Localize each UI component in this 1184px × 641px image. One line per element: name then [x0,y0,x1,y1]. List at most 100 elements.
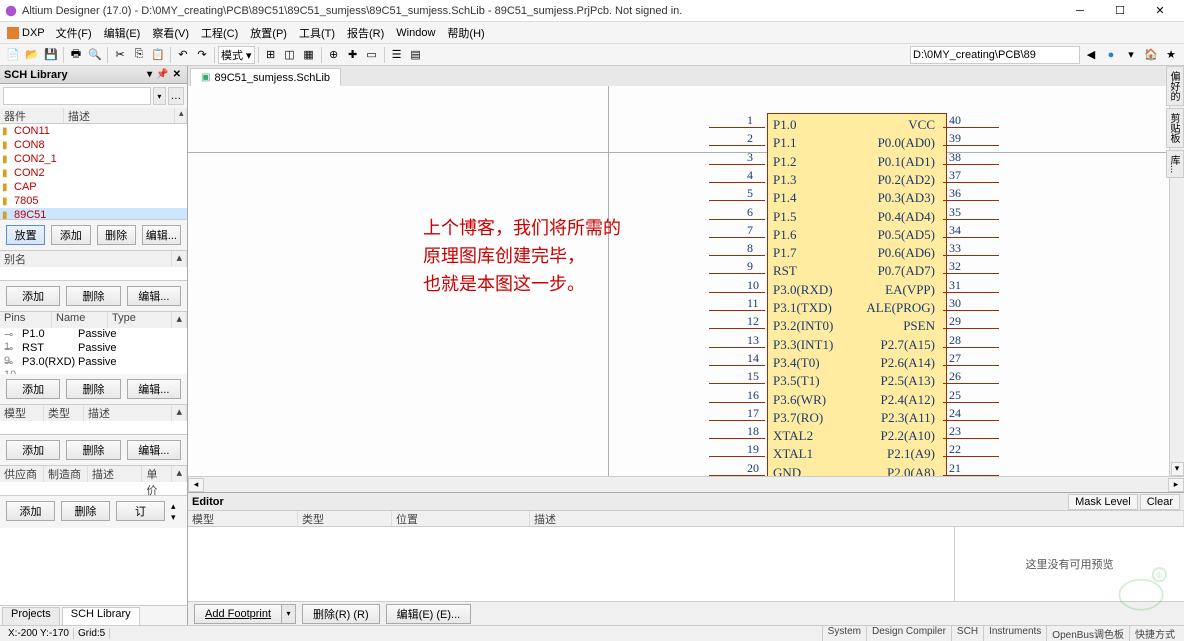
home-icon[interactable]: 🏠 [1142,46,1160,64]
add-footprint-button[interactable]: Add Footprint [194,604,282,624]
status-link[interactable]: OpenBus调色板 [1046,626,1129,641]
alias-delete-button[interactable]: 删除 [66,286,120,306]
horizontal-scrollbar[interactable]: ◂ ▸ [188,476,1184,492]
dxp-menu[interactable]: DXP [2,27,50,39]
fav-icon[interactable]: ★ [1162,46,1180,64]
maximize-button[interactable]: ☐ [1100,0,1140,22]
tool-h-icon[interactable]: ▤ [407,46,425,64]
model-add-button[interactable]: 添加 [6,440,60,460]
menu-item[interactable]: 工具(T) [293,25,341,41]
place-button[interactable]: 放置 [6,225,45,245]
editor-delete-button[interactable]: 删除(R) (R) [302,604,380,624]
new-icon[interactable]: 📄 [4,46,22,64]
supplier-list[interactable] [0,482,187,496]
schematic-canvas[interactable]: 上个博客，我们将所需的 原理图库创建完毕， 也就是本图这一步。 1P1.02P1… [188,86,1184,476]
undo-icon[interactable]: ↶ [174,46,192,64]
supplier-sub-button[interactable]: 订 [116,501,165,521]
pins-edit-button[interactable]: 编辑... [127,379,181,399]
pins-add-button[interactable]: 添加 [6,379,60,399]
panel-dropdown-icon[interactable]: ▾ [145,69,154,80]
status-link[interactable]: Design Compiler [866,626,951,641]
panel-pin-icon[interactable]: 📌 [154,69,170,80]
status-link[interactable]: SCH [951,626,983,641]
menu-item[interactable]: 察看(V) [146,25,195,41]
status-link[interactable]: 快捷方式 [1129,626,1180,641]
scroll-up-icon[interactable]: ▴ [175,108,187,123]
model-delete-button[interactable]: 删除 [66,440,120,460]
tab-sch-library[interactable]: SCH Library [62,607,140,625]
alias-header[interactable]: 别名 [0,251,172,267]
pins-list[interactable]: ⊸ 1P1.0Passive⊸ 9RSTPassive⊸ 10P3.0(RXD)… [0,328,187,374]
tool-e-icon[interactable]: ✚ [344,46,362,64]
tool-b-icon[interactable]: ◫ [281,46,299,64]
status-link[interactable]: Instruments [983,626,1046,641]
tool-f-icon[interactable]: ▭ [363,46,381,64]
alias-add-button[interactable]: 添加 [6,286,60,306]
close-button[interactable]: ✕ [1140,0,1180,22]
mask-level-button[interactable]: Mask Level [1068,494,1138,510]
open-icon[interactable]: 📂 [23,46,41,64]
stepper-icon[interactable]: ▴▾ [171,501,181,523]
zoom-icon[interactable]: 🔍 [86,46,104,64]
mode-combo[interactable]: 模式 ▾ [218,46,255,64]
panel-close-icon[interactable]: ✕ [171,69,183,80]
component-row[interactable]: ▮CON8 [0,138,187,152]
editor-edit-button[interactable]: 编辑(E) (E)... [386,604,472,624]
dock-tab[interactable]: 偏好的 [1166,66,1184,106]
alias-list[interactable] [0,267,187,281]
menu-item[interactable]: 工程(C) [195,25,244,41]
nav-up-icon[interactable]: ▾ [1122,46,1140,64]
menu-item[interactable]: 报告(R) [341,25,390,41]
filter-dropdown-icon[interactable]: ▾ [153,87,166,105]
add-footprint-dropdown-icon[interactable]: ▾ [282,604,296,624]
redo-icon[interactable]: ↷ [193,46,211,64]
scroll-left-icon[interactable]: ◂ [188,478,204,492]
model-edit-button[interactable]: 编辑... [127,440,181,460]
delete-button[interactable]: 删除 [97,225,136,245]
menu-item[interactable]: 帮助(H) [441,25,490,41]
dock-tab[interactable]: 库... [1166,150,1184,178]
menu-item[interactable]: 放置(P) [244,25,293,41]
scroll-down-icon[interactable]: ▾ [1171,462,1184,476]
tool-g-icon[interactable]: ☰ [388,46,406,64]
pin-row[interactable]: ⊸ 1P1.0Passive [0,328,187,342]
save-icon[interactable]: 💾 [42,46,60,64]
tool-a-icon[interactable]: ⊞ [262,46,280,64]
component-row[interactable]: ▮CON2 [0,166,187,180]
path-combo[interactable] [910,46,1080,64]
scroll-right-icon[interactable]: ▸ [1168,478,1184,492]
menu-item[interactable]: 文件(F) [50,25,98,41]
component-row[interactable]: ▮CON2_1 [0,152,187,166]
document-tab[interactable]: ▣ 89C51_sumjess.SchLib [190,68,341,86]
component-row[interactable]: ▮CAP [0,180,187,194]
minimize-button[interactable]: ─ [1060,0,1100,22]
filter-input[interactable] [3,87,151,105]
clear-button[interactable]: Clear [1140,494,1180,510]
cut-icon[interactable]: ✂ [111,46,129,64]
supplier-delete-button[interactable]: 删除 [61,501,110,521]
nav-fwd-icon[interactable]: ● [1102,46,1120,64]
model-list[interactable] [0,421,187,435]
editor-grid[interactable] [188,527,954,601]
tool-d-icon[interactable]: ⊕ [325,46,343,64]
filter-browse-button[interactable]: … [168,87,184,105]
edit-button[interactable]: 编辑... [142,225,181,245]
paste-icon[interactable]: 📋 [149,46,167,64]
menu-item[interactable]: 编辑(E) [98,25,147,41]
menu-item[interactable]: Window [390,27,441,39]
component-row[interactable]: ▮89C51 [0,208,187,220]
alias-edit-button[interactable]: 编辑... [127,286,181,306]
pin-row[interactable]: ⊸ 9RSTPassive [0,342,187,356]
pin-row[interactable]: ⊸ 10P3.0(RXD)Passive [0,356,187,370]
component-list[interactable]: ▮CON11▮CON8▮CON2_1▮CON2▮CAP▮7805▮89C51 [0,124,187,220]
copy-icon[interactable]: ⎘ [130,46,148,64]
nav-back-icon[interactable]: ◀ [1082,46,1100,64]
status-link[interactable]: System [822,626,866,641]
supplier-add-button[interactable]: 添加 [6,501,55,521]
add-button[interactable]: 添加 [51,225,90,245]
tool-c-icon[interactable]: ▦ [300,46,318,64]
tab-projects[interactable]: Projects [2,607,60,625]
component-row[interactable]: ▮CON11 [0,124,187,138]
pins-delete-button[interactable]: 删除 [66,379,120,399]
component-row[interactable]: ▮7805 [0,194,187,208]
